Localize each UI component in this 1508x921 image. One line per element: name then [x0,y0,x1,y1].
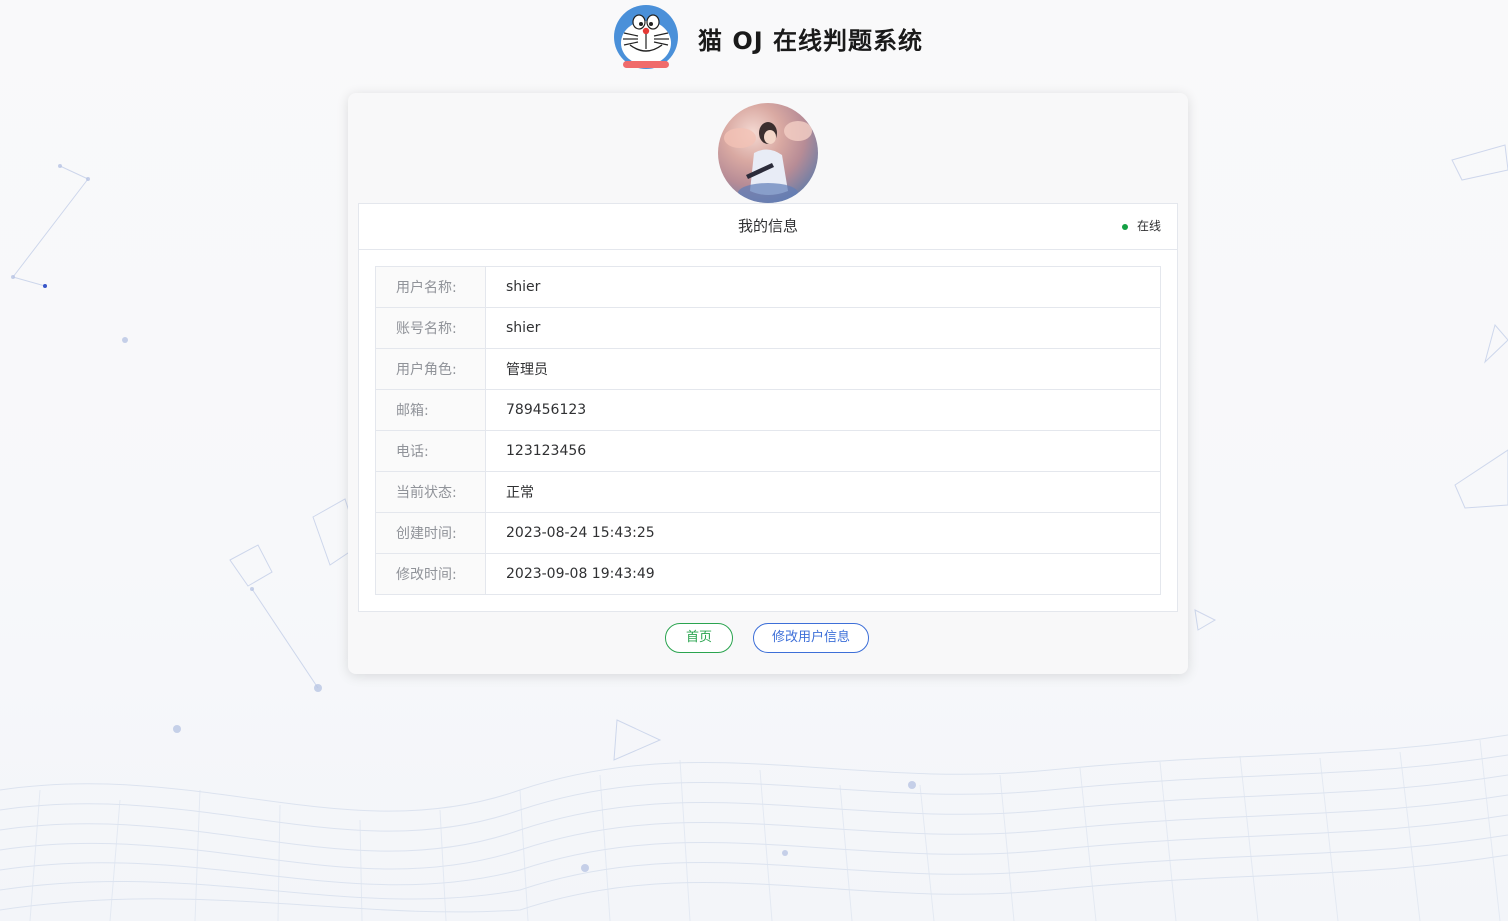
table-row: 电话: 123123456 [375,430,1161,472]
row-value: 管理员 [485,348,1161,390]
row-value: shier [485,307,1161,349]
online-status-label: 在线 [1136,219,1161,233]
info-panel: 我的信息 在线 用户名称: shier 账号名称: shier 用户角色: 管理… [358,203,1178,612]
avatar-illustration [724,121,812,203]
online-dot-icon [1121,223,1128,230]
row-value: 123123456 [485,430,1161,472]
table-row: 修改时间: 2023-09-08 19:43:49 [375,553,1161,595]
row-value: 正常 [485,471,1161,513]
user-avatar[interactable] [718,103,818,203]
brand-header: 猫 OJ 在线判题系统 [612,5,923,71]
section-title: 我的信息 [737,217,798,235]
row-value: shier [485,266,1161,308]
action-buttons: 首页 修改用户信息 [348,623,1188,653]
row-label: 创建时间: [375,512,486,554]
online-status: 在线 [1121,204,1161,249]
table-row: 账号名称: shier [375,307,1161,349]
row-value: 2023-09-08 19:43:49 [506,566,655,582]
table-row: 当前状态: 正常 [375,471,1161,513]
row-label: 当前状态: [375,471,486,513]
row-value: 2023-08-24 15:43:25 [485,512,1161,554]
doraemon-cat-logo-icon[interactable] [612,5,680,71]
row-label: 用户名称: [375,266,486,308]
profile-card: 我的信息 在线 用户名称: shier 账号名称: shier 用户角色: 管理… [348,93,1188,674]
table-row: 用户名称: shier [375,266,1161,308]
row-value: 789456123 [485,389,1161,431]
page: 猫 OJ 在线判题系统 我的信息 在线 用户名称: shier 账号名称: sh… [0,0,1508,921]
row-label: 账号名称: [375,307,486,349]
row-label: 电话: [375,430,486,472]
info-panel-header: 我的信息 在线 [359,204,1177,250]
row-label: 邮箱: [375,389,486,431]
row-label: 用户角色: [375,348,486,390]
row-label: 修改时间: [375,553,486,595]
home-button[interactable]: 首页 [665,623,733,653]
table-row: 邮箱: 789456123 [375,389,1161,431]
app-title: 猫 OJ 在线判题系统 [698,26,924,55]
user-info-table: 用户名称: shier 账号名称: shier 用户角色: 管理员 邮箱: 78… [375,266,1161,595]
table-row: 创建时间: 2023-08-24 15:43:25 [375,512,1161,554]
edit-user-info-button[interactable]: 修改用户信息 [753,623,869,653]
table-row: 用户角色: 管理员 [375,348,1161,390]
